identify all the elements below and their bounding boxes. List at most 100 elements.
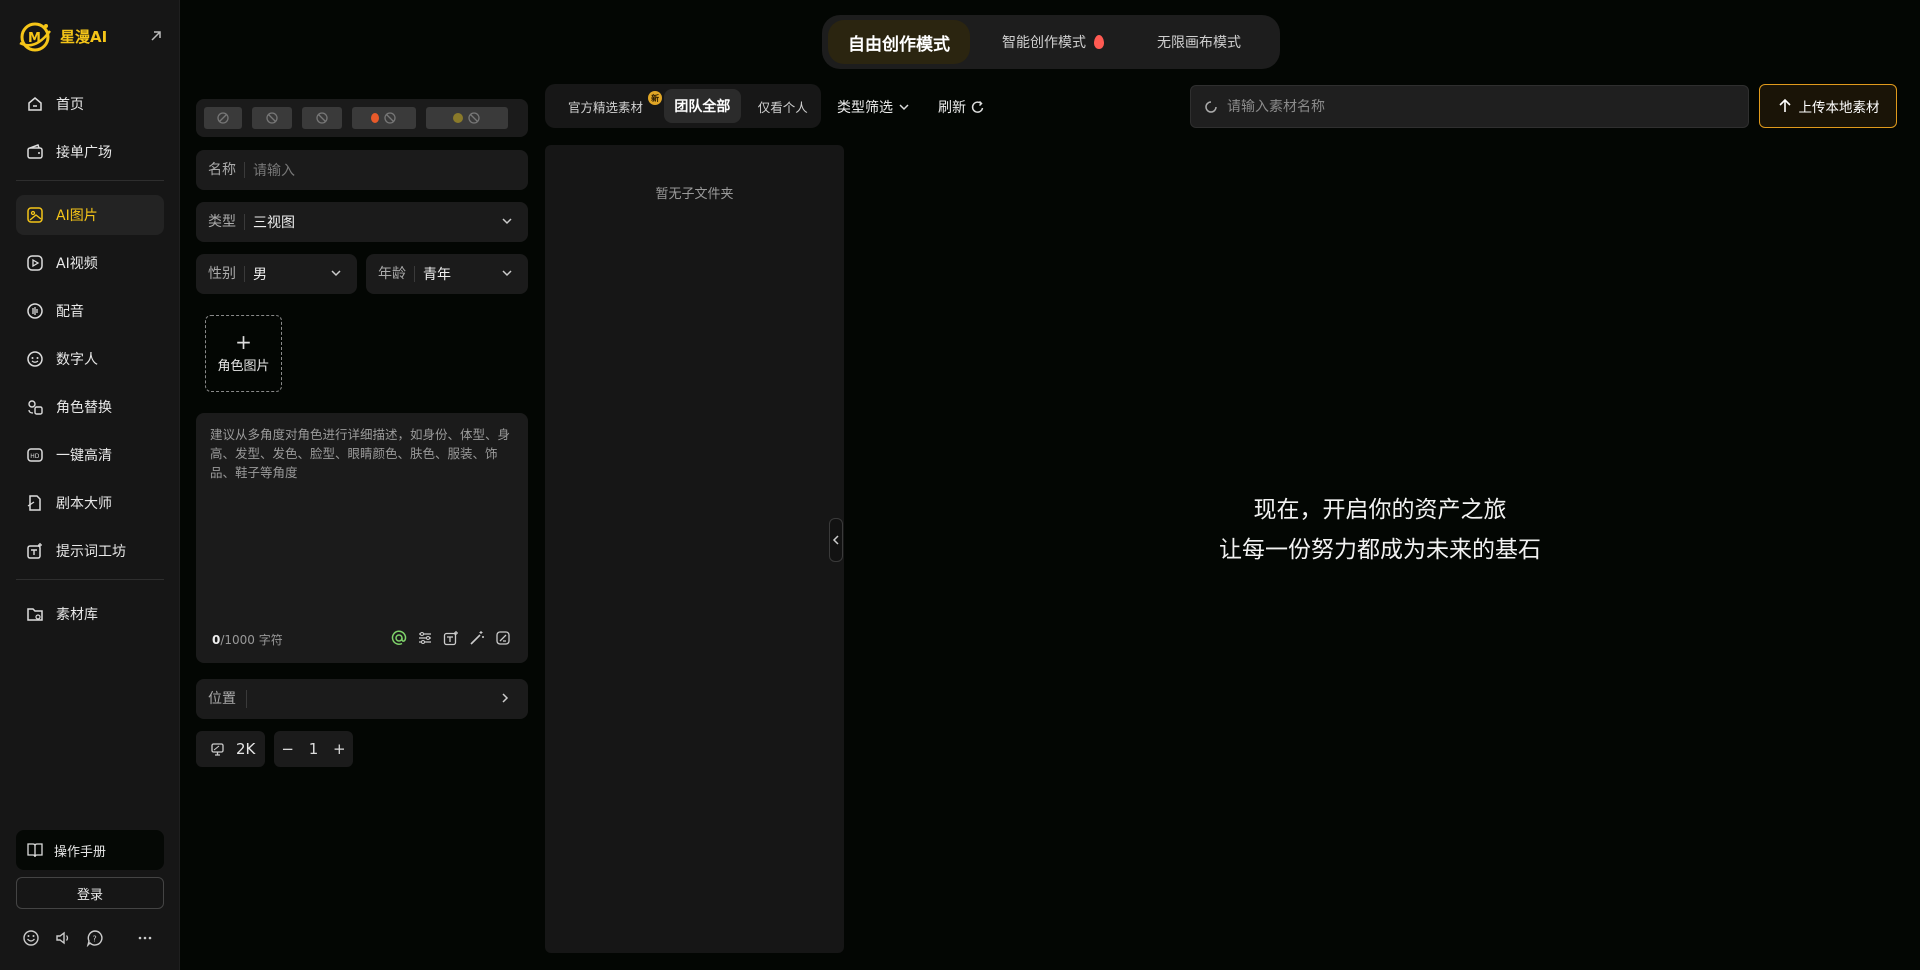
name-input-placeholder: 请输入 xyxy=(253,163,295,179)
asset-search xyxy=(1190,85,1749,128)
hero-line-2: 让每一份努力都成为未来的基石 xyxy=(1219,537,1541,563)
minus-icon[interactable]: − xyxy=(281,740,294,758)
sidebar-item-hd[interactable]: HD 一键高清 xyxy=(16,435,164,475)
subfolder-panel: 暂无子文件夹 xyxy=(545,145,844,953)
sidebar-item-label: 配音 xyxy=(56,304,84,320)
style-chip-row xyxy=(196,99,528,137)
magic-wand-icon[interactable] xyxy=(468,629,486,647)
style-chip[interactable] xyxy=(426,107,508,129)
manual-button[interactable]: 操作手册 xyxy=(16,830,164,870)
sidebar-item-script-master[interactable]: 剧本大师 xyxy=(16,483,164,523)
sidebar-item-ai-image[interactable]: AI图片 xyxy=(16,195,164,235)
avatar-face-icon xyxy=(27,351,43,367)
mode-switch: 自由创作模式 智能创作模式 无限画布模式 xyxy=(822,15,1280,69)
video-icon xyxy=(27,255,43,271)
char-counter: 0/1000 字符 xyxy=(212,631,283,648)
sidebar-item-home[interactable]: 首页 xyxy=(16,84,164,124)
sidebar-item-orders[interactable]: 接单广场 xyxy=(16,132,164,172)
speaker-icon[interactable] xyxy=(52,927,74,949)
role-image-label: 角色图片 xyxy=(217,359,270,374)
login-button[interactable]: 登录 xyxy=(16,877,164,909)
text-plus-icon[interactable] xyxy=(442,629,460,647)
brand[interactable]: M 星漫AI xyxy=(16,16,166,56)
tab-personal-only[interactable]: 仅看个人 xyxy=(745,89,821,123)
quantity-value: 1 xyxy=(308,740,319,758)
script-icon xyxy=(27,495,41,511)
collapse-panel-handle[interactable] xyxy=(829,518,843,562)
sidebar-item-digital-human[interactable]: 数字人 xyxy=(16,339,164,379)
type-filter-dropdown[interactable]: 类型筛选 xyxy=(837,96,911,118)
sidebar-item-label: 提示词工坊 xyxy=(56,544,126,560)
style-chip[interactable] xyxy=(252,107,292,129)
app: M 星漫AI 首页 接单广场 AI图片 AI视频 配音 数字人 角色替换 HD … xyxy=(0,0,1920,970)
hero-line-1: 现在，开启你的资产之旅 xyxy=(1253,497,1507,523)
expand-arrow-icon[interactable] xyxy=(146,26,166,46)
emoji-icon[interactable] xyxy=(20,927,42,949)
new-badge: 新 xyxy=(648,91,663,105)
resolution-value: 2K xyxy=(236,740,256,758)
sidebar-item-ai-video[interactable]: AI视频 xyxy=(16,243,164,283)
age-value: 青年 xyxy=(423,267,451,283)
quantity-stepper: − 1 + xyxy=(274,731,353,767)
chevron-down-icon xyxy=(899,104,909,111)
empty-state-message: 现在，开启你的资产之旅 让每一份努力都成为未来的基石 xyxy=(1190,490,1570,570)
home-icon xyxy=(28,97,42,111)
sidebar-item-label: AI图片 xyxy=(56,208,98,224)
sidebar-item-label: 一键高清 xyxy=(56,448,112,464)
image-icon xyxy=(27,207,43,223)
manual-label: 操作手册 xyxy=(54,844,107,860)
upload-label: 上传本地素材 xyxy=(1798,100,1880,116)
more-icon[interactable] xyxy=(134,927,156,949)
svg-text:HD: HD xyxy=(30,453,40,460)
name-field[interactable]: 名称 请输入 xyxy=(196,150,528,190)
empty-folder-message: 暂无子文件夹 xyxy=(655,187,734,202)
sidebar-item-label: AI视频 xyxy=(56,256,98,272)
style-chip-hot[interactable] xyxy=(352,107,416,129)
svg-text:M: M xyxy=(28,31,41,46)
plus-icon[interactable]: + xyxy=(333,740,346,758)
type-filter-label: 类型筛选 xyxy=(837,100,893,116)
sidebar-nav-primary: 首页 接单广场 AI图片 AI视频 配音 数字人 角色替换 HD 一键高清 剧本… xyxy=(16,84,164,642)
refresh-button[interactable]: 刷新 xyxy=(938,96,986,118)
resolution-button[interactable]: 2K xyxy=(196,731,265,767)
sliders-icon[interactable] xyxy=(416,629,434,647)
sidebar-item-dubbing[interactable]: 配音 xyxy=(16,291,164,331)
tab-official-assets[interactable]: 官方精选素材 新 xyxy=(553,89,663,123)
help-chat-icon[interactable]: ? xyxy=(84,927,106,949)
position-select[interactable]: 位置 xyxy=(196,679,528,719)
mode-smart-creation[interactable]: 智能创作模式 xyxy=(978,20,1128,64)
svg-text:?: ? xyxy=(93,935,97,944)
sidebar-item-prompt-workshop[interactable]: 提示词工坊 xyxy=(16,531,164,571)
sidebar-item-label: 接单广场 xyxy=(56,145,112,161)
age-select[interactable]: 年龄 青年 xyxy=(366,254,528,294)
erase-icon[interactable] xyxy=(494,629,512,647)
wallet-icon xyxy=(27,144,43,159)
style-chip[interactable] xyxy=(302,107,342,129)
upload-local-asset-button[interactable]: 上传本地素材 xyxy=(1759,84,1897,128)
tab-team-all[interactable]: 团队全部 xyxy=(664,89,741,123)
flame-icon xyxy=(1094,35,1104,49)
type-select[interactable]: 类型 三视图 xyxy=(196,202,528,242)
sidebar-item-label: 剧本大师 xyxy=(56,496,112,512)
sidebar-divider xyxy=(16,579,164,580)
mention-icon[interactable] xyxy=(390,629,408,647)
book-icon xyxy=(27,843,43,858)
name-label: 名称 xyxy=(208,162,245,178)
gender-select[interactable]: 性别 男 xyxy=(196,254,357,294)
gender-label: 性别 xyxy=(208,266,245,282)
sidebar-item-asset-library[interactable]: 素材库 xyxy=(16,594,164,634)
style-chip[interactable] xyxy=(204,107,242,129)
loading-spinner-icon xyxy=(1205,100,1217,113)
role-image-upload[interactable]: + 角色图片 xyxy=(205,315,282,392)
mode-free-creation[interactable]: 自由创作模式 xyxy=(828,20,970,64)
sidebar: M 星漫AI 首页 接单广场 AI图片 AI视频 配音 数字人 角色替换 HD … xyxy=(0,0,180,970)
description-textarea[interactable]: 建议从多角度对角色进行详细描述，如身份、体型、身高、发型、发色、脸型、眼睛颜色、… xyxy=(196,413,528,663)
sidebar-divider xyxy=(16,180,164,181)
description-placeholder: 建议从多角度对角色进行详细描述，如身份、体型、身高、发型、发色、脸型、眼睛颜色、… xyxy=(210,427,511,480)
sidebar-item-label: 角色替换 xyxy=(56,400,112,416)
type-label: 类型 xyxy=(208,214,245,230)
sidebar-item-role-swap[interactable]: 角色替换 xyxy=(16,387,164,427)
search-input[interactable] xyxy=(1227,98,1707,115)
chevron-down-icon xyxy=(331,270,341,277)
mode-infinite-canvas[interactable]: 无限画布模式 xyxy=(1134,20,1264,64)
